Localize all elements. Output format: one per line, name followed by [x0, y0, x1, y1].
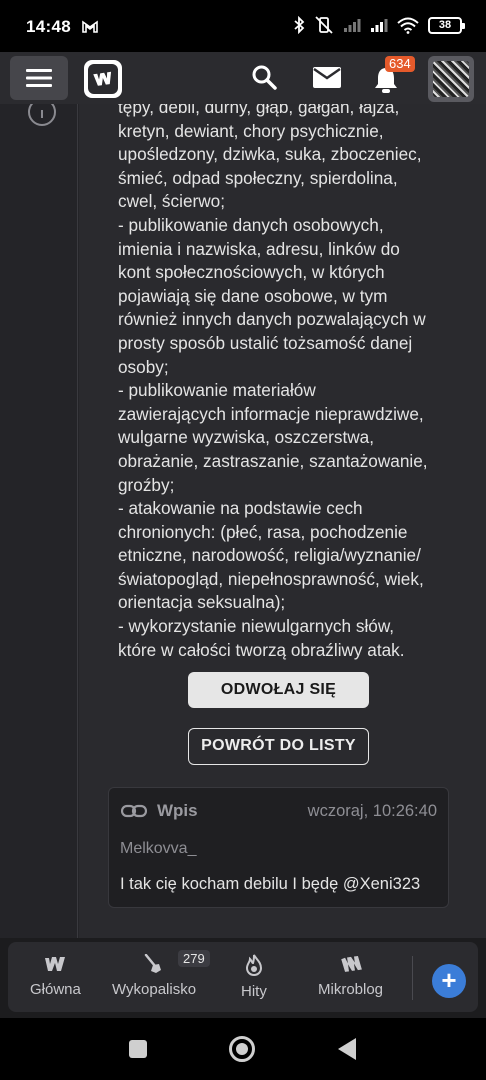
link-icon: [121, 804, 147, 818]
appeal-button[interactable]: ODWOŁAJ SIĘ: [188, 672, 369, 708]
moderation-detail: tępy, debil, durny, głąb, gałgan, łajza,…: [0, 104, 486, 938]
signal-x-icon: [344, 19, 361, 32]
info-icon: [28, 104, 56, 126]
home-button[interactable]: [229, 1036, 255, 1062]
nav-separator: [412, 956, 413, 1000]
back-to-list-button[interactable]: POWRÓT DO LISTY: [188, 728, 369, 765]
notifications-badge: 634: [385, 56, 415, 72]
entry-type: Wpis: [121, 801, 198, 821]
system-navigation-bar: [0, 1018, 486, 1080]
recents-button[interactable]: [129, 1040, 147, 1058]
avatar-image: [433, 61, 469, 97]
add-button[interactable]: +: [432, 964, 466, 998]
nav-label-hits: Hity: [241, 983, 267, 1000]
user-avatar[interactable]: [428, 56, 474, 102]
moderation-rules-text: tępy, debil, durny, głąb, gałgan, łajza,…: [118, 104, 428, 660]
hamburger-icon: [26, 69, 52, 87]
wifi-icon: [397, 17, 419, 34]
wykop-logo[interactable]: [84, 60, 122, 98]
entry-text: I tak cię kocham debilu I będę @Xeni323: [120, 875, 421, 893]
entry-author[interactable]: Melkovva_: [120, 840, 196, 858]
wykop-logo-icon: [93, 71, 112, 86]
status-time: 14:48: [26, 17, 71, 36]
nav-item-microblog[interactable]: Mikroblog: [318, 954, 383, 998]
nav-label-home: Główna: [30, 981, 81, 998]
nav-label-microblog: Mikroblog: [318, 981, 384, 998]
left-column: [0, 104, 78, 938]
microblog-icon: [340, 955, 362, 972]
signal-icon: [371, 19, 388, 32]
nav-item-hits[interactable]: Hity: [241, 954, 267, 1000]
back-button[interactable]: [338, 1038, 356, 1060]
battery-indicator: 38: [428, 16, 465, 34]
nav-item-home[interactable]: Główna: [30, 954, 81, 998]
app-header: 634: [0, 52, 486, 104]
messages-icon[interactable]: [313, 67, 341, 88]
bottom-navigation: Główna Wykopalisko 279 Hity Mikroblog +: [0, 938, 486, 1018]
home-w-icon: [45, 957, 66, 971]
menu-button[interactable]: [10, 56, 68, 100]
entry-card[interactable]: Wpis wczoraj, 10:26:40 Melkovva_ I tak c…: [108, 787, 449, 908]
status-bar: 14:48 38: [0, 0, 486, 52]
wykopalisko-badge: 279: [178, 950, 210, 967]
gmail-icon: [82, 20, 98, 33]
fire-icon: [245, 954, 262, 976]
bluetooth-icon: [294, 16, 305, 34]
nav-label-wykopalisko: Wykopalisko: [112, 981, 197, 998]
search-icon[interactable]: [251, 64, 277, 90]
entry-type-label: Wpis: [157, 801, 198, 820]
vibrate-off-icon: [315, 16, 333, 34]
shovel-icon: [144, 954, 162, 973]
entry-timestamp: wczoraj, 10:26:40: [307, 802, 437, 820]
